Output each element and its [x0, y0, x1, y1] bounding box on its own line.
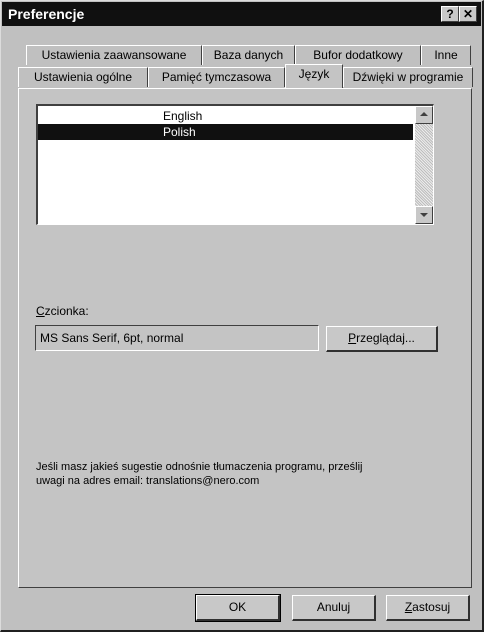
close-button[interactable]: ✕ — [459, 6, 477, 22]
tab-general-settings[interactable]: Ustawienia ogólne — [18, 67, 148, 87]
list-item-polish[interactable]: Polish — [38, 124, 413, 140]
tab-extra-buffer[interactable]: Bufor dodatkowy — [295, 45, 421, 65]
help-button[interactable]: ? — [441, 6, 459, 22]
title-bar[interactable]: Preferencje ? ✕ — [2, 2, 481, 26]
tab-other[interactable]: Inne — [421, 45, 471, 65]
font-label-mnemonic: C — [36, 304, 45, 318]
browse-mnemonic: P — [348, 331, 357, 345]
listbox-scrollbar[interactable] — [415, 106, 433, 224]
language-listbox[interactable]: English Polish — [36, 104, 434, 225]
tab-language[interactable]: Język — [285, 64, 343, 88]
browse-button[interactable]: Przeglądaj... — [326, 326, 438, 352]
info-line-1: Jeśli masz jakieś sugestie odnośnie tłum… — [36, 461, 363, 473]
browse-label-rest: rzeglądaj... — [356, 331, 415, 345]
cancel-button[interactable]: Anuluj — [292, 595, 376, 621]
tab-cache[interactable]: Pamięć tymczasowa — [148, 67, 285, 87]
apply-button[interactable]: Zastosuj — [386, 595, 470, 621]
font-label-rest: zcionka: — [44, 304, 89, 318]
ok-button[interactable]: OK — [195, 594, 281, 622]
preferences-dialog: Preferencje ? ✕ Ustawienia zaawansowane … — [0, 0, 484, 632]
font-label: Czcionka: — [36, 304, 89, 318]
scroll-up-button[interactable] — [415, 106, 433, 124]
tab-program-sounds[interactable]: Dźwięki w programie — [343, 67, 473, 87]
translation-info-text: Jeśli masz jakieś sugestie odnośnie tłum… — [36, 460, 456, 488]
arrow-down-icon — [420, 213, 428, 217]
tab-database[interactable]: Baza danych — [202, 45, 295, 65]
tab-advanced-settings[interactable]: Ustawienia zaawansowane — [26, 45, 202, 65]
arrow-up-icon — [420, 112, 428, 116]
apply-label-rest: astosuj — [412, 600, 451, 614]
scroll-down-button[interactable] — [415, 206, 433, 224]
list-item-english[interactable]: English — [38, 108, 413, 124]
info-line-2: uwagi na adres email: translations@nero.… — [36, 475, 260, 487]
window-title: Preferencje — [8, 6, 85, 22]
font-value-field: MS Sans Serif, 6pt, normal — [35, 325, 319, 351]
